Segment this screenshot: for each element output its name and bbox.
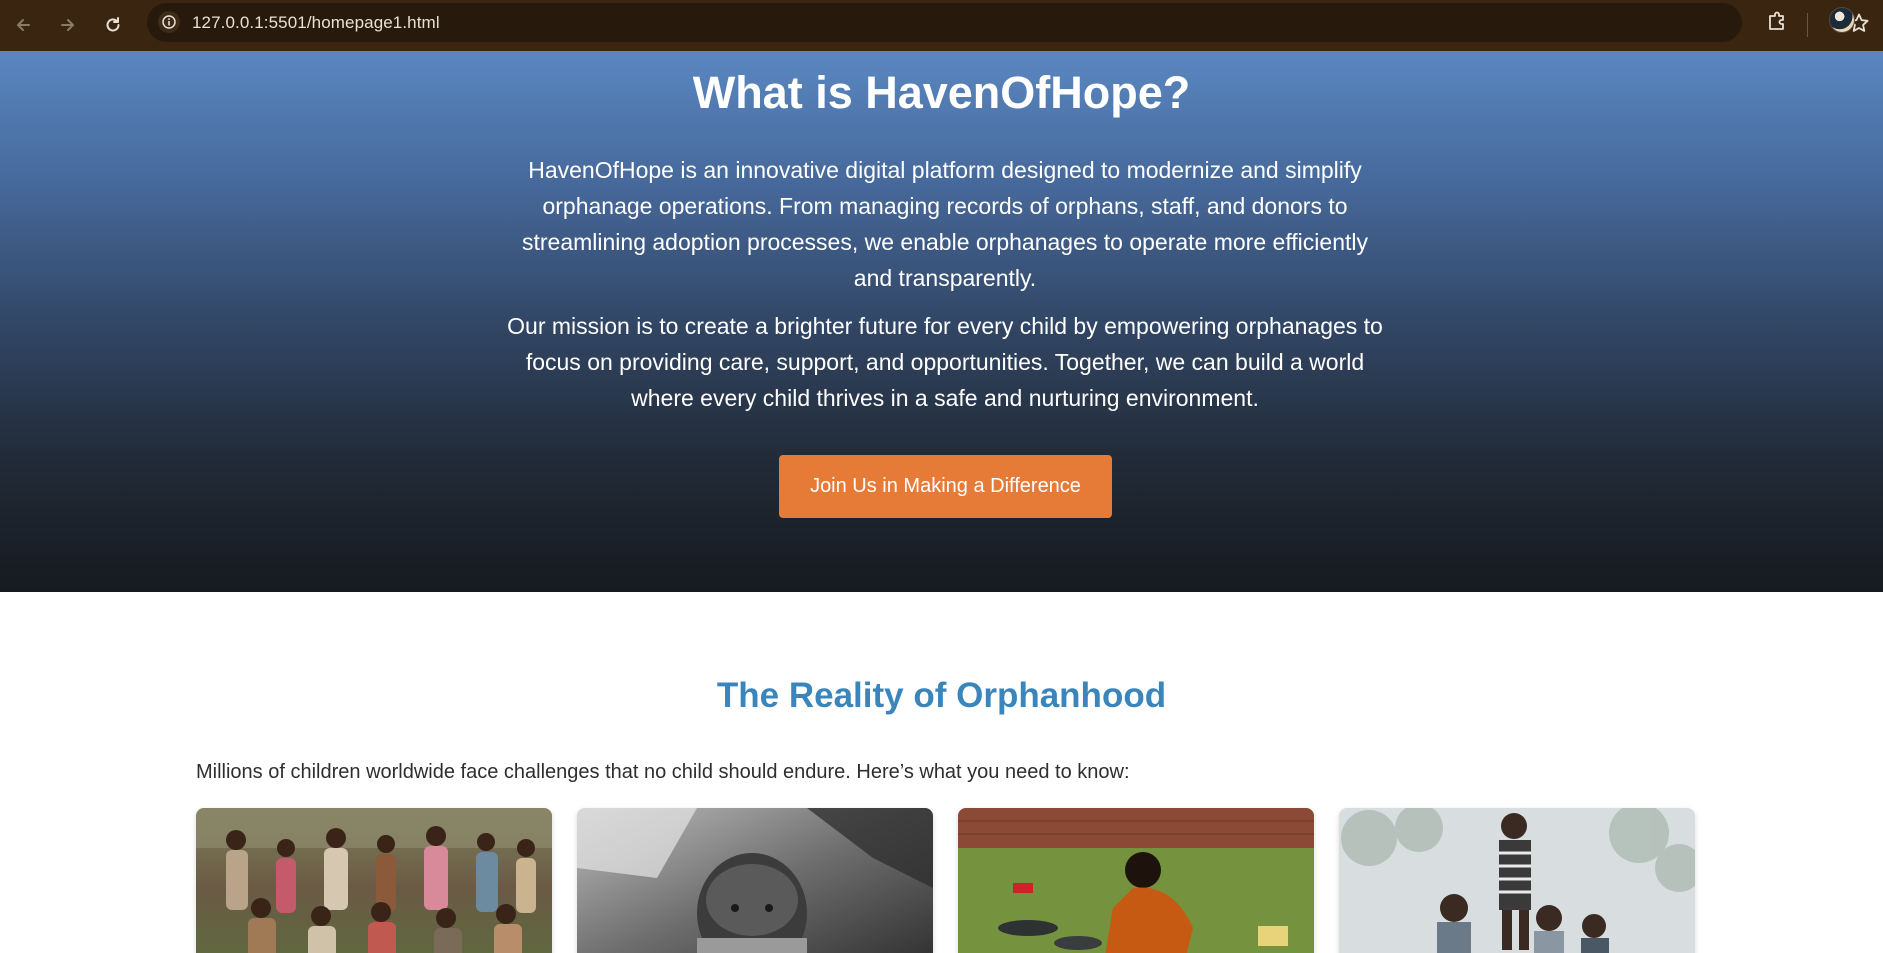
hero-section: What is HavenOfHope? HavenOfHope is an i… xyxy=(0,51,1883,592)
site-info-icon[interactable] xyxy=(158,11,180,33)
profile-avatar[interactable] xyxy=(1829,7,1855,33)
forward-arrow-icon[interactable] xyxy=(53,10,83,40)
extensions-icon[interactable] xyxy=(1764,9,1790,35)
back-arrow-icon[interactable] xyxy=(8,10,38,40)
hero-title: What is HavenOfHope? xyxy=(692,67,1191,118)
reality-card-image-children-group[interactable] xyxy=(196,808,552,953)
hero-mission: Our mission is to create a brighter futu… xyxy=(507,313,1383,411)
section-title: The Reality of Orphanhood xyxy=(716,676,1167,715)
browser-toolbar: 127.0.0.1:5501/homepage1.html xyxy=(0,0,1883,51)
url-text[interactable]: 127.0.0.1:5501/homepage1.html xyxy=(192,13,440,33)
hero-description: HavenOfHope is an innovative digital pla… xyxy=(522,157,1368,291)
reload-icon[interactable] xyxy=(98,10,128,40)
address-bar[interactable]: 127.0.0.1:5501/homepage1.html xyxy=(147,3,1869,42)
reality-card-image-child-portrait[interactable] xyxy=(577,808,933,953)
reality-card-image-children-standing[interactable] xyxy=(1339,808,1695,953)
reality-card-image-child-working[interactable] xyxy=(958,808,1314,953)
toolbar-divider xyxy=(1807,13,1808,37)
section-intro: Millions of children worldwide face chal… xyxy=(196,761,1130,783)
join-us-button[interactable]: Join Us in Making a Difference xyxy=(779,455,1112,518)
